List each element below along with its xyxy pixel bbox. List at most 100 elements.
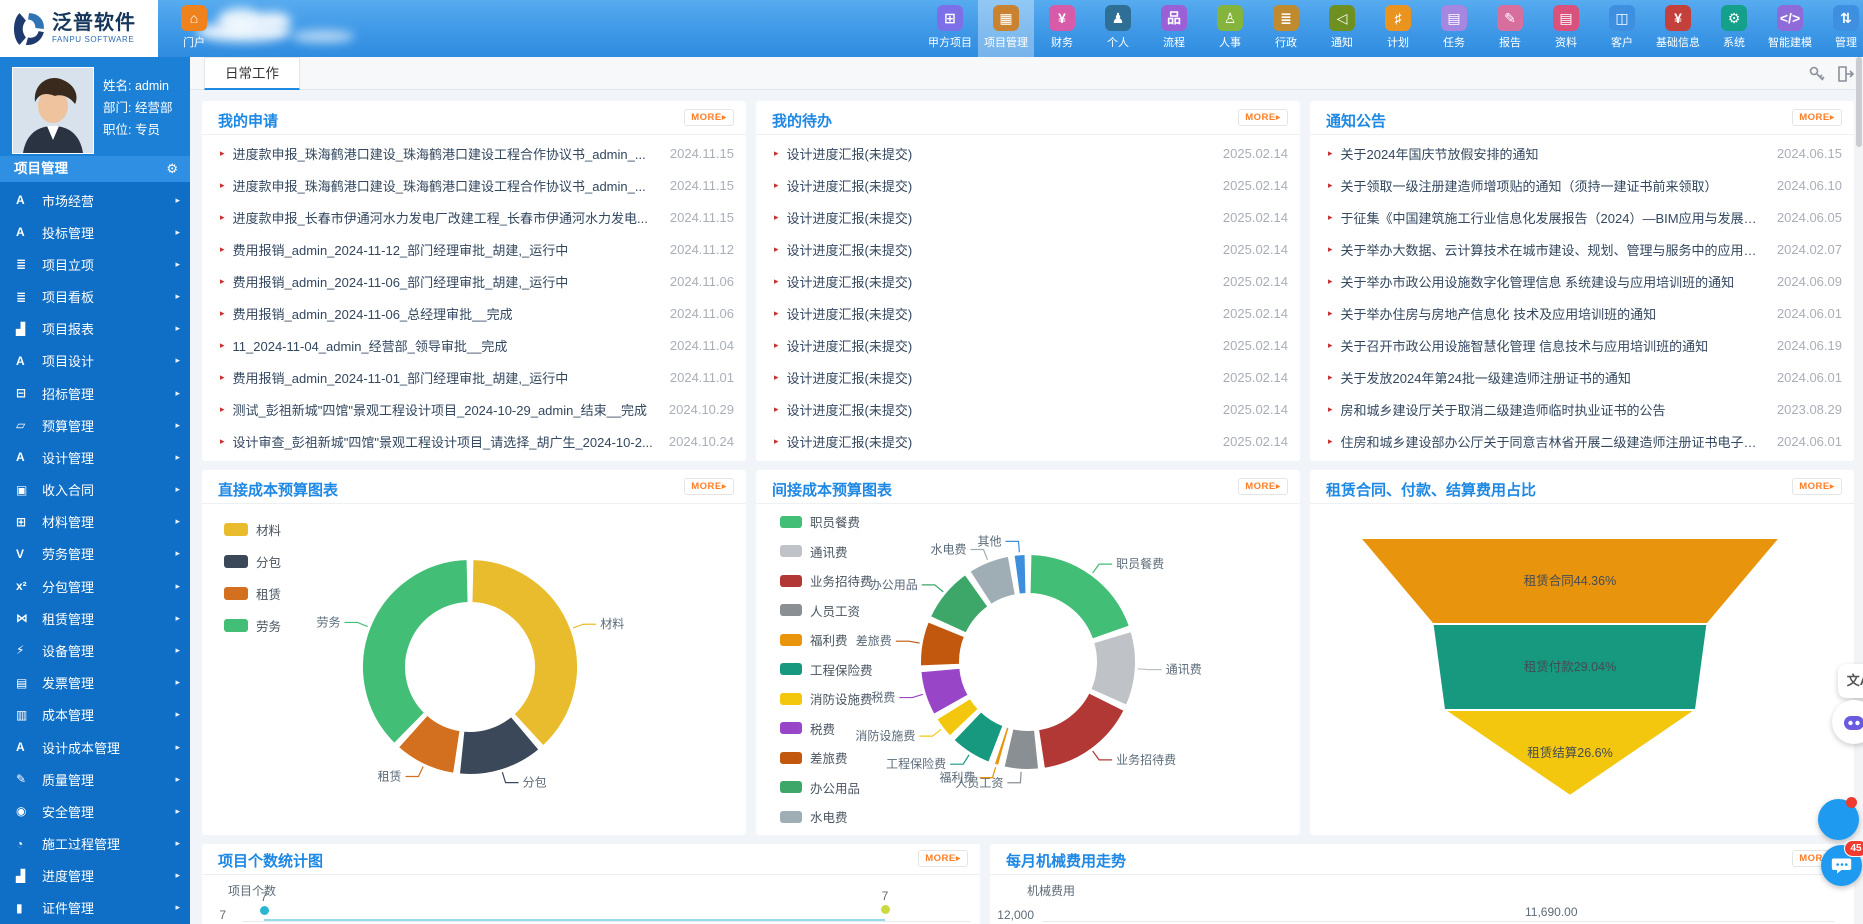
list-item[interactable]: ▸ 设计进度汇报(未提交) 2025.02.14 [774, 171, 1288, 199]
nav-item[interactable]: </> 智能建模 [1762, 0, 1818, 57]
data-point[interactable]: 7 [250, 890, 278, 915]
list-item[interactable]: ▸ 费用报销_admin_2024-11-06_总经理审批__完成 2024.1… [220, 299, 734, 327]
more-button[interactable]: MORE▸ [918, 850, 968, 867]
nav-item[interactable]: ▤ 任务 [1426, 0, 1482, 57]
nav-item[interactable]: ◁ 通知 [1314, 0, 1370, 57]
more-button[interactable]: MORE▸ [684, 478, 734, 495]
user-avatar[interactable] [12, 67, 94, 154]
list-item[interactable]: ▸ 关于领取一级注册建造师增项贴的通知（须持一建证书前来领取） 2024.06.… [1328, 171, 1842, 199]
list-item[interactable]: ▸ 费用报销_admin_2024-11-12_部门经理审批_胡建,_运行中 2… [220, 235, 734, 263]
sidebar-item[interactable]: V 劳务管理 ▸ [0, 538, 190, 570]
sidebar-item[interactable]: ▥ 成本管理 ▸ [0, 699, 190, 731]
sidebar-item[interactable]: ⚡ 设备管理 ▸ [0, 634, 190, 666]
list-item[interactable]: ▸ 住房和城乡建设部办公厅关于同意吉林省开展二级建造师注册证书电子化试点... … [1328, 427, 1842, 455]
nav-item[interactable]: ⚙ 系统 [1706, 0, 1762, 57]
legend-item[interactable]: 工程保险费 [780, 660, 873, 679]
data-point[interactable]: 7 [871, 889, 899, 914]
legend-item[interactable]: 通讯费 [780, 542, 873, 561]
sidebar-item[interactable]: ⊞ 材料管理 ▸ [0, 506, 190, 538]
sidebar-item[interactable]: ≣ 项目看板 ▸ [0, 281, 190, 313]
list-item[interactable]: ▸ 进度款申报_珠海鹤港口建设_珠海鹤港口建设工程合作协议书_admin_...… [220, 139, 734, 167]
list-item[interactable]: ▸ 关于举办住房与房地产信息化 技术及应用培训班的通知 2024.06.01 [1328, 299, 1842, 327]
list-item[interactable]: ▸ 设计进度汇报(未提交) 2025.02.14 [774, 299, 1288, 327]
nav-item-portal[interactable]: ⌂ 门户 [166, 0, 222, 57]
sidebar-item[interactable]: A 市场经营 ▸ [0, 184, 190, 216]
nav-item[interactable]: ⇅ 管理 [1818, 0, 1863, 57]
nav-item[interactable]: ♟ 个人 [1090, 0, 1146, 57]
legend-item[interactable]: 水电费 [780, 807, 873, 826]
sidebar-item[interactable]: ▟ 项目报表 ▸ [0, 313, 190, 345]
legend-item[interactable]: 税费 [780, 719, 873, 738]
nav-item[interactable]: 品 流程 [1146, 0, 1202, 57]
list-item[interactable]: ▸ 费用报销_admin_2024-11-01_部门经理审批_胡建,_运行中 2… [220, 363, 734, 391]
list-item[interactable]: ▸ 设计进度汇报(未提交) 2025.02.14 [774, 331, 1288, 359]
sidebar-item[interactable]: ▣ 收入合同 ▸ [0, 474, 190, 506]
legend-item[interactable]: 租赁 [224, 584, 281, 603]
sidebar-item[interactable]: ▮ 证件管理 ▸ [0, 892, 190, 924]
list-item[interactable]: ▸ 设计进度汇报(未提交) 2025.02.14 [774, 267, 1288, 295]
indirect-cost-donut-chart[interactable]: 职员餐费 通讯费 业务招待费 人员工资 [756, 504, 1300, 835]
nav-item[interactable]: ♙ 人事 [1202, 0, 1258, 57]
sidebar-item[interactable]: ◉ 安全管理 ▸ [0, 795, 190, 827]
list-item[interactable]: ▸ 设计进度汇报(未提交) 2025.02.14 [774, 427, 1288, 455]
nav-item[interactable]: ♯ 计划 [1370, 0, 1426, 57]
list-item[interactable]: ▸ 关于发放2024年第24批一级建造师注册证书的通知 2024.06.01 [1328, 363, 1842, 391]
nav-item[interactable]: ¥ 财务 [1034, 0, 1090, 57]
list-item[interactable]: ▸ 关于举办大数据、云计算技术在城市建设、规划、管理与服务中的应用培训班... … [1328, 235, 1842, 263]
legend-item[interactable]: 消防设施费 [780, 689, 873, 708]
legend-item[interactable]: 业务招待费 [780, 571, 873, 590]
sidebar-item[interactable]: A 项目设计 ▸ [0, 345, 190, 377]
list-item[interactable]: ▸ 关于2024年国庆节放假安排的通知 2024.06.15 [1328, 139, 1842, 167]
sidebar-item[interactable]: ⋈ 租赁管理 ▸ [0, 602, 190, 634]
more-button[interactable]: MORE▸ [1792, 109, 1842, 126]
sidebar-item[interactable]: ≣ 项目立项 ▸ [0, 248, 190, 280]
legend-item[interactable]: 劳务 [224, 616, 281, 635]
direct-cost-donut-chart[interactable]: 材料 分包 租赁 劳务 [202, 504, 746, 835]
list-item[interactable]: ▸ 关于召开市政公用设施智慧化管理 信息技术与应用培训班的通知 2024.06.… [1328, 331, 1842, 359]
legend-item[interactable]: 材料 [224, 520, 281, 539]
list-item[interactable]: ▸ 房和城乡建设厅关于取消二级建造师临时执业证书的公告 2023.08.29 [1328, 395, 1842, 423]
list-item[interactable]: ▸ 测试_彭祖新城"四馆"景观工程设计项目_2024-10-29_admin_结… [220, 395, 734, 423]
sidebar-item[interactable]: A 设计成本管理 ▸ [0, 731, 190, 763]
notification-fab[interactable] [1818, 799, 1859, 840]
tab-daily-work[interactable]: 日常工作 [204, 57, 300, 90]
list-item[interactable]: ▸ 设计进度汇报(未提交) 2025.02.14 [774, 139, 1288, 167]
nav-item[interactable]: ✎ 报告 [1482, 0, 1538, 57]
list-item[interactable]: ▸ 关于举办市政公用设施数字化管理信息 系统建设与应用培训班的通知 2024.0… [1328, 267, 1842, 295]
more-button[interactable]: MORE▸ [1238, 478, 1288, 495]
list-item[interactable]: ▸ 设计进度汇报(未提交) 2025.02.14 [774, 363, 1288, 391]
sidebar-item[interactable]: ⊟ 招标管理 ▸ [0, 377, 190, 409]
nav-item[interactable]: ◫ 客户 [1594, 0, 1650, 57]
sidebar-item[interactable]: A 投标管理 ▸ [0, 216, 190, 248]
legend-item[interactable]: 分包 [224, 552, 281, 571]
nav-item[interactable]: ≣ 行政 [1258, 0, 1314, 57]
list-item[interactable]: ▸ 于征集《中国建筑施工行业信息化发展报告（2024）—BIM应用与发展》材料.… [1328, 203, 1842, 231]
list-item[interactable]: ▸ 进度款申报_珠海鹤港口建设_珠海鹤港口建设工程合作协议书_admin_...… [220, 171, 734, 199]
app-logo[interactable]: 泛普软件 FANPU SOFTWARE [0, 0, 158, 57]
legend-item[interactable]: 差旅费 [780, 748, 873, 767]
list-item[interactable]: ▸ 设计进度汇报(未提交) 2025.02.14 [774, 395, 1288, 423]
machine-cost-chart[interactable]: 机械费用 12,000 11,690.00 [990, 875, 1854, 924]
sidebar-item[interactable]: A 设计管理 ▸ [0, 441, 190, 473]
list-item[interactable]: ▸ 11_2024-11-04_admin_经营部_领导审批__完成 2024.… [220, 331, 734, 359]
list-item[interactable]: ▸ 设计进度汇报(未提交) 2025.02.14 [774, 235, 1288, 263]
project-count-chart[interactable]: 项目个数 7 7 7 [202, 875, 980, 924]
legend-item[interactable]: 福利费 [780, 630, 873, 649]
key-icon[interactable] [1807, 64, 1827, 84]
logout-icon[interactable] [1835, 64, 1855, 84]
gear-icon[interactable]: ⚙ [166, 156, 178, 182]
sidebar-item[interactable]: ▟ 进度管理 ▸ [0, 860, 190, 892]
list-item[interactable]: ▸ 进度款申报_长春市伊通河水力发电厂改建工程_长春市伊通河水力发电... 20… [220, 203, 734, 231]
scrollbar-track[interactable] [1855, 57, 1863, 924]
more-button[interactable]: MORE▸ [1792, 478, 1842, 495]
list-item[interactable]: ▸ 设计进度汇报(未提交) 2025.02.14 [774, 203, 1288, 231]
sidebar-item[interactable]: ◔ 施工过程管理 ▸ [0, 827, 190, 859]
sidebar-item[interactable]: x² 分包管理 ▸ [0, 570, 190, 602]
sidebar-module-header[interactable]: 项目管理 ⚙ [0, 156, 190, 182]
scrollbar-thumb[interactable] [1856, 57, 1862, 147]
legend-item[interactable]: 人员工资 [780, 601, 873, 620]
rental-funnel-chart[interactable]: 租赁合同44.36%租赁付款29.04%租赁结算26.6% [1310, 504, 1854, 835]
translate-fab[interactable]: 文A [1838, 664, 1863, 698]
sidebar-item[interactable]: ✎ 质量管理 ▸ [0, 763, 190, 795]
list-item[interactable]: ▸ 费用报销_admin_2024-11-06_部门经理审批_胡建,_运行中 2… [220, 267, 734, 295]
